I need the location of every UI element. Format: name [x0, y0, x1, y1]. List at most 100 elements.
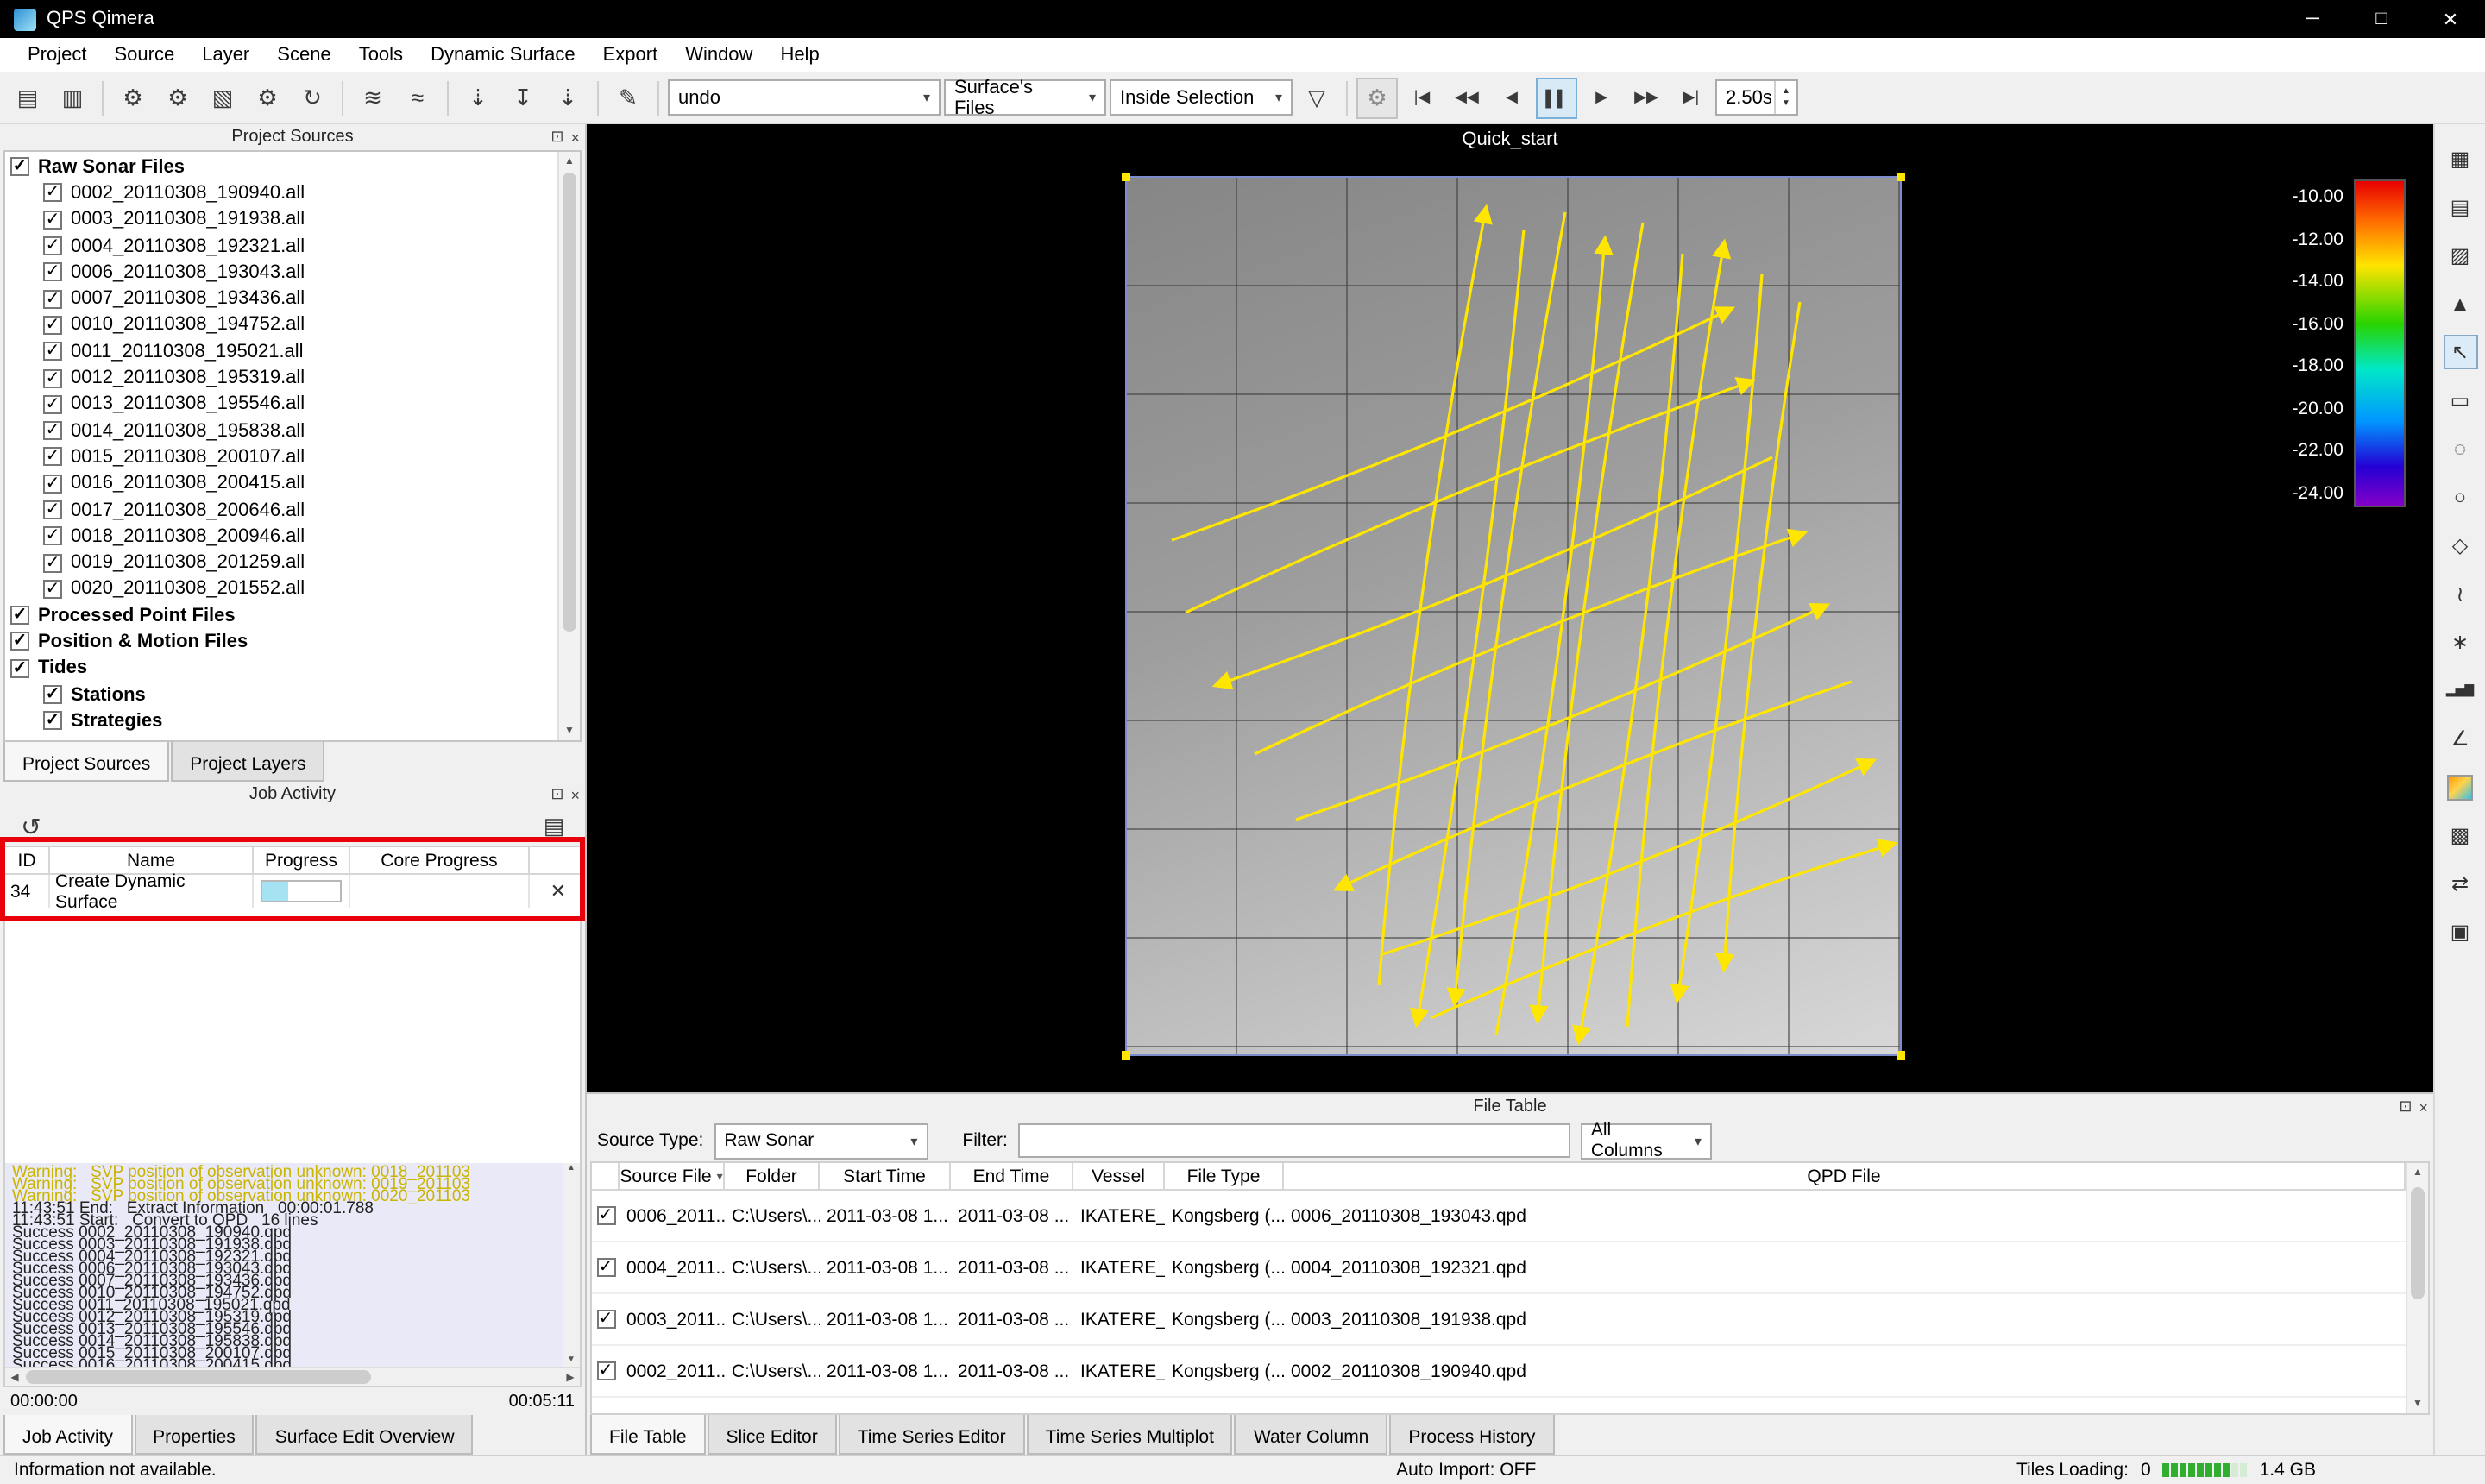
tab-file-table[interactable]: File Table [590, 1415, 706, 1455]
checkbox[interactable]: ✓ [43, 580, 62, 599]
skip-end-button[interactable]: ▶| [1670, 77, 1712, 118]
step-back-button[interactable]: ◀ [1491, 77, 1532, 118]
skip-start-button[interactable]: |◀ [1401, 77, 1443, 118]
file-table-row[interactable]: ✓0002_2011...C:\Users\...2011-03-08 1...… [592, 1346, 2406, 1398]
tree-item-0002-20110308-190940-all[interactable]: ✓0002_20110308_190940.all [5, 180, 557, 207]
source-settings-icon[interactable]: ⚙ [112, 77, 154, 118]
scroll-up-icon[interactable]: ▲ [563, 1163, 580, 1175]
scrollbar-thumb[interactable] [563, 173, 576, 632]
file-column-start-time[interactable]: Start Time [820, 1163, 951, 1189]
close-panel-icon[interactable]: × [570, 786, 580, 803]
scrollbar-thumb[interactable] [26, 1370, 371, 1384]
menu-help[interactable]: Help [766, 41, 833, 69]
pointer-tool-icon[interactable]: ↖ [2443, 335, 2477, 369]
export-source-icon[interactable]: ▧ [202, 77, 243, 118]
menu-window[interactable]: Window [671, 41, 766, 69]
process-gears-icon[interactable]: ⚙ [247, 77, 288, 118]
dynamic-surface[interactable] [1125, 176, 1902, 1056]
menu-dynamic-surface[interactable]: Dynamic Surface [417, 41, 589, 69]
pause-button[interactable]: ▌▌ [1536, 77, 1577, 118]
checkbox[interactable]: ✓ [43, 421, 62, 440]
checkbox[interactable]: ✓ [43, 448, 62, 467]
flip-arrows-icon[interactable]: ⇄ [2443, 866, 2477, 901]
selection-mode-combo[interactable]: Inside Selection ▾ [1110, 79, 1293, 116]
float-panel-icon[interactable]: ⊡ [2399, 1097, 2412, 1116]
rect-select-icon[interactable]: ▭ [2443, 383, 2477, 418]
scroll-right-icon[interactable]: ▶ [561, 1368, 580, 1386]
playback-settings-icon[interactable]: ⚙ [1356, 77, 1398, 118]
checkbox[interactable]: ✓ [43, 289, 62, 308]
checkbox[interactable]: ✓ [596, 1258, 615, 1277]
mesh-icon[interactable]: ▩ [2443, 818, 2477, 852]
close-panel-icon[interactable]: × [2419, 1098, 2428, 1116]
job-column-name[interactable]: Name [50, 847, 254, 873]
tab-process-history[interactable]: Process History [1389, 1415, 1554, 1455]
tree-item-0011-20110308-195021-all[interactable]: ✓0011_20110308_195021.all [5, 338, 557, 365]
undo-combo[interactable]: undo ▾ [668, 79, 941, 116]
file-table-row[interactable]: ✓0006_2011...C:\Users\...2011-03-08 1...… [592, 1191, 2406, 1242]
checkbox[interactable]: ✓ [43, 553, 62, 572]
histogram-icon[interactable]: ▂▅▇ [2443, 673, 2477, 707]
ruler-icon[interactable]: ∠ [2443, 721, 2477, 756]
tree-item-0012-20110308-195319-all[interactable]: ✓0012_20110308_195319.all [5, 365, 557, 392]
minimize-button[interactable]: ─ [2278, 0, 2347, 38]
checkbox[interactable]: ✓ [10, 157, 29, 176]
play-button[interactable]: ▶ [1581, 77, 1622, 118]
swath-editor-icon[interactable]: ≋ [352, 77, 393, 118]
checkbox[interactable]: ✓ [596, 1361, 615, 1380]
checkbox[interactable]: ✓ [596, 1206, 615, 1225]
spinner-arrows[interactable]: ▲▼ [1774, 81, 1796, 114]
scroll-up-icon[interactable]: ▲ [559, 152, 580, 171]
job-column-id[interactable]: ID [5, 847, 50, 873]
tab-properties[interactable]: Properties [134, 1415, 255, 1455]
checkbox[interactable]: ✓ [43, 712, 62, 731]
checkbox[interactable]: ✓ [10, 632, 29, 651]
log-scrollbar[interactable]: ▲ ▼ [563, 1163, 580, 1367]
tree-item-0010-20110308-194752-all[interactable]: ✓0010_20110308_194752.all [5, 312, 557, 339]
profile-tool-icon[interactable]: ≀ [2443, 576, 2477, 611]
float-panel-icon[interactable]: ⊡ [550, 785, 563, 804]
menu-tools[interactable]: Tools [345, 41, 417, 69]
job-column-progress[interactable]: Progress [254, 847, 350, 873]
checkbox[interactable]: ✓ [43, 368, 62, 387]
grid-view-icon[interactable]: ▦ [2443, 141, 2477, 176]
tree-item-0007-20110308-193436-all[interactable]: ✓0007_20110308_193436.all [5, 286, 557, 312]
tab-project-sources[interactable]: Project Sources [3, 742, 169, 782]
tree-item-0015-20110308-200107-all[interactable]: ✓0015_20110308_200107.all [5, 444, 557, 471]
menu-scene[interactable]: Scene [263, 41, 344, 69]
scroll-down-icon[interactable]: ▼ [2407, 1394, 2428, 1413]
file-column-end-time[interactable]: End Time [951, 1163, 1073, 1189]
tree-item-0004-20110308-192321-all[interactable]: ✓0004_20110308_192321.all [5, 233, 557, 260]
tree-item-raw-sonar-files[interactable]: ✓Raw Sonar Files [5, 154, 557, 180]
checkbox[interactable]: ✓ [10, 659, 29, 678]
scroll-left-icon[interactable]: ◀ [5, 1368, 24, 1386]
checkbox[interactable]: ✓ [43, 263, 62, 282]
tree-item-0020-20110308-201552-all[interactable]: ✓0020_20110308_201552.all [5, 576, 557, 603]
checkbox[interactable]: ✓ [43, 342, 62, 361]
tree-item-0018-20110308-200946-all[interactable]: ✓0018_20110308_200946.all [5, 523, 557, 550]
tree-item-position-motion-files[interactable]: ✓Position & Motion Files [5, 629, 557, 656]
checkbox[interactable]: ✓ [43, 184, 62, 203]
filter-funnel-icon[interactable]: ▽ [1296, 77, 1337, 118]
checkbox[interactable]: ✓ [43, 474, 62, 493]
scene-viewport[interactable]: Quick_start -10.00-12.00-14.00-16.00-18.… [587, 124, 2433, 1092]
menu-project[interactable]: Project [14, 41, 101, 69]
tab-time-series-multiplot[interactable]: Time Series Multiplot [1027, 1415, 1233, 1455]
marker-tool-icon[interactable]: ∗ [2443, 625, 2477, 659]
tab-time-series-editor[interactable]: Time Series Editor [839, 1415, 1025, 1455]
scroll-up-icon[interactable]: ▲ [2407, 1163, 2428, 1182]
file-column-file-type[interactable]: File Type [1165, 1163, 1284, 1189]
file-column-qpd-file[interactable]: QPD File [1284, 1163, 2406, 1189]
float-panel-icon[interactable]: ⊡ [550, 128, 563, 147]
patch-test-icon[interactable]: ⇣ [547, 77, 588, 118]
sounding-display-icon[interactable]: ▲ [2443, 286, 2477, 321]
checkbox[interactable]: ✓ [43, 500, 62, 519]
filter-input[interactable] [1018, 1123, 1570, 1158]
tree-item-stations[interactable]: ✓Stations [5, 682, 557, 708]
tab-slice-editor[interactable]: Slice Editor [708, 1415, 837, 1455]
file-column-source-file[interactable]: Source File▾ [620, 1163, 725, 1189]
log-horizontal-scrollbar[interactable]: ◀ ▶ [5, 1367, 580, 1386]
menu-export[interactable]: Export [589, 41, 672, 69]
polygon-select-icon[interactable]: ◇ [2443, 528, 2477, 563]
tree-item-strategies[interactable]: ✓Strategies [5, 707, 557, 734]
